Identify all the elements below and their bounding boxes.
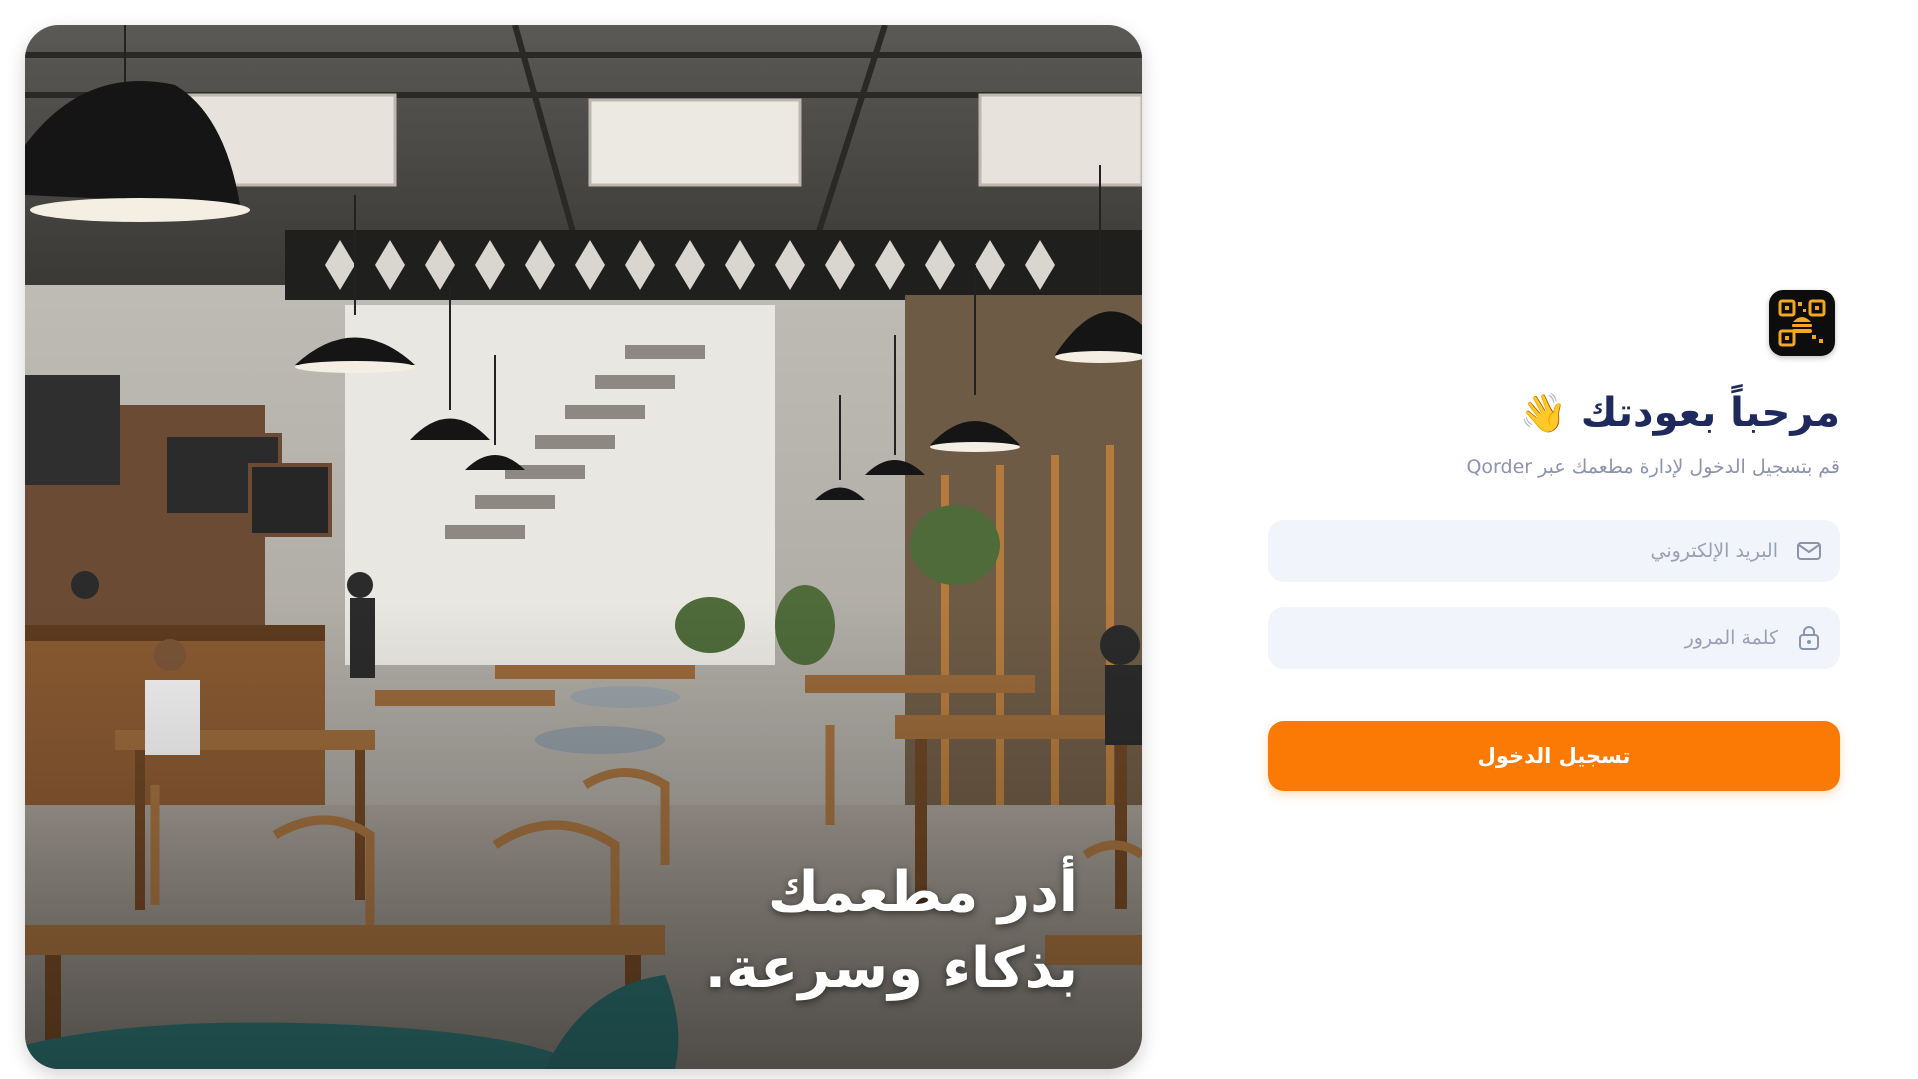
hero-headline: أدر مطعمك بذكاء وسرعة.: [705, 855, 1078, 1007]
hero-image-panel: أدر مطعمك بذكاء وسرعة.: [25, 25, 1142, 1069]
mail-icon: [1796, 538, 1822, 564]
login-form: مرحباً بعودتك 👋 قم بتسجيل الدخول لإدارة …: [1268, 290, 1840, 791]
password-input[interactable]: [1286, 626, 1780, 650]
hero-headline-line-1: أدر مطعمك: [767, 860, 1078, 925]
page-subtitle: قم بتسجيل الدخول لإدارة مطعمك عبر Qorder: [1466, 456, 1840, 478]
page-title: مرحباً بعودتك: [1580, 390, 1840, 436]
title-row: مرحباً بعودتك 👋: [1268, 390, 1840, 436]
login-button[interactable]: تسجيل الدخول: [1268, 721, 1840, 791]
waving-hand-icon: 👋: [1519, 391, 1567, 435]
hero-headline-line-2: بذكاء وسرعة.: [704, 936, 1078, 1001]
qr-burger-logo-icon: [1769, 290, 1835, 356]
email-input[interactable]: [1286, 539, 1780, 563]
email-field[interactable]: [1268, 520, 1840, 582]
lock-icon: [1796, 625, 1822, 651]
password-field[interactable]: [1268, 607, 1840, 669]
